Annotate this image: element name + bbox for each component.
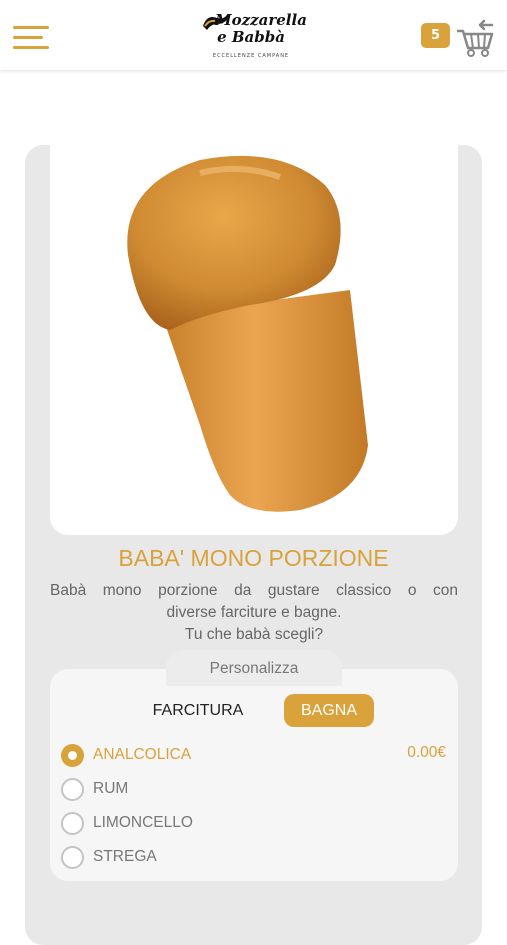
description-line: diverse farciture e bagne. bbox=[166, 604, 342, 621]
baba-pastry-image bbox=[127, 155, 368, 512]
hamburger-menu-icon[interactable] bbox=[13, 26, 51, 52]
option-label: STREGA bbox=[93, 848, 157, 865]
option-analcolica[interactable]: ANALCOLICA 0.00€ bbox=[60, 742, 450, 772]
app-header: Mozzarella e Babbà ECCELLENZE CAMPANE 5 bbox=[0, 0, 507, 70]
option-label: ANALCOLICA bbox=[93, 746, 192, 763]
radio-unselected-icon[interactable] bbox=[61, 778, 84, 801]
shopping-cart-icon[interactable] bbox=[454, 16, 496, 58]
option-label: RUM bbox=[93, 780, 129, 797]
description-line: Tu che babà scegli? bbox=[184, 626, 324, 643]
option-label: LIMONCELLO bbox=[93, 814, 193, 831]
option-price: 0.00€ bbox=[407, 744, 446, 761]
logo-text: Mozzarella e Babbà bbox=[215, 11, 307, 46]
tab-farcitura[interactable]: FARCITURA bbox=[138, 696, 258, 726]
radio-unselected-icon[interactable] bbox=[61, 846, 84, 869]
logo-tagline: ECCELLENZE CAMPANE bbox=[212, 53, 290, 59]
product-description: Babà mono porzione da gustare classico o… bbox=[50, 580, 458, 646]
radio-unselected-icon[interactable] bbox=[61, 812, 84, 835]
customize-label: Personalizza bbox=[166, 650, 342, 686]
option-limoncello[interactable]: LIMONCELLO bbox=[60, 810, 450, 840]
option-strega[interactable]: STREGA bbox=[60, 844, 450, 874]
tab-bagna[interactable]: BAGNA bbox=[284, 694, 374, 727]
product-title: BABA' MONO PORZIONE bbox=[118, 545, 389, 571]
cart-count-badge: 5 bbox=[421, 23, 450, 48]
brand-logo[interactable]: Mozzarella e Babbà ECCELLENZE CAMPANE bbox=[199, 8, 307, 64]
description-line: Babà mono porzione da gustare classico o… bbox=[50, 582, 458, 599]
product-image bbox=[50, 145, 458, 535]
radio-selected-icon[interactable] bbox=[61, 744, 84, 767]
option-rum[interactable]: RUM bbox=[60, 776, 450, 806]
